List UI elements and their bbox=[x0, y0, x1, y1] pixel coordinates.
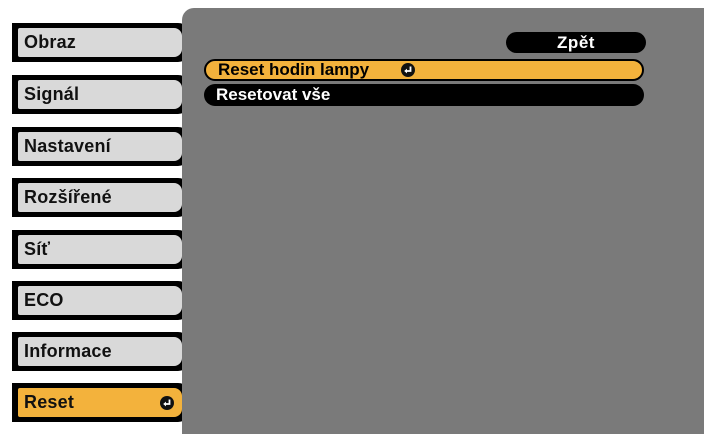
sidebar-item-label: Rozšířené bbox=[24, 187, 112, 207]
sidebar-item-obraz[interactable]: Obraz bbox=[12, 23, 192, 62]
sidebar-item-sit[interactable]: Síť bbox=[12, 230, 192, 269]
sidebar-item-label: Síť bbox=[24, 239, 51, 259]
menu-item-reset-lamp-hours[interactable]: Reset hodin lampy bbox=[204, 59, 644, 81]
sidebar-item-label: Signál bbox=[24, 84, 80, 104]
sidebar-item-informace[interactable]: Informace bbox=[12, 332, 192, 371]
enter-icon bbox=[401, 63, 416, 77]
main-panel: Zpět Reset hodin lampy Resetovat vše bbox=[182, 8, 704, 434]
sidebar-item-eco[interactable]: ECO bbox=[12, 281, 192, 320]
sidebar-item-label: ECO bbox=[24, 290, 64, 310]
sidebar-item-label: Obraz bbox=[24, 32, 77, 52]
sidebar-item-nastaveni[interactable]: Nastavení bbox=[12, 127, 192, 166]
menu-item-reset-all[interactable]: Resetovat vše bbox=[204, 84, 644, 106]
sidebar-item-signal[interactable]: Signál bbox=[12, 75, 192, 114]
menu-item-label: Reset hodin lampy bbox=[218, 60, 370, 79]
sidebar-item-reset[interactable]: Reset bbox=[12, 383, 192, 422]
sidebar-item-label: Nastavení bbox=[24, 136, 111, 156]
sidebar-item-rozsirene[interactable]: Rozšířené bbox=[12, 178, 192, 217]
sidebar-item-label: Reset bbox=[24, 392, 75, 412]
enter-icon bbox=[160, 395, 174, 410]
back-button[interactable]: Zpět bbox=[506, 32, 646, 53]
sidebar-item-label: Informace bbox=[24, 341, 112, 361]
menu-item-label: Resetovat vše bbox=[216, 85, 331, 104]
